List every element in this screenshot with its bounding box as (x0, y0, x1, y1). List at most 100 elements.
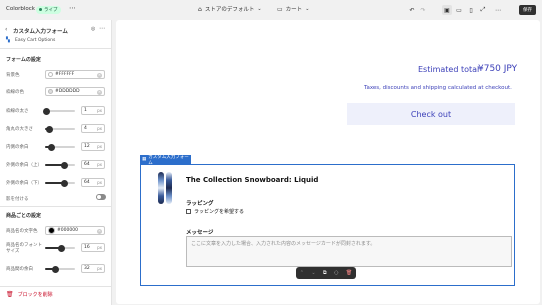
slider-handle[interactable] (58, 244, 65, 252)
unit-label: px (97, 108, 102, 113)
more-actions-icon[interactable]: ⋯ (493, 5, 503, 15)
message-textarea[interactable]: ここに文章を入力した場合、入力された内容のメッセージカードが同封されます。 (186, 236, 512, 267)
color-swatch[interactable] (48, 72, 53, 77)
delete-block-label: ブロックを削除 (17, 292, 53, 298)
app-icon: ▚ (6, 37, 10, 43)
clear-icon[interactable]: ✕ (97, 72, 102, 78)
slider-handle[interactable] (61, 179, 68, 187)
border-color-field[interactable]: #DDDDDD ✕ (45, 87, 105, 96)
number-input[interactable]: 12 px (81, 142, 105, 151)
number-input[interactable]: 64 px (81, 160, 105, 169)
slider-label: 外側の余白（上） (6, 163, 42, 168)
live-badge-label: ライブ (44, 7, 58, 13)
wrapping-checkbox[interactable]: ラッピングを希望する (186, 208, 244, 215)
theme-select-label: ストアのデフォルト (204, 7, 255, 13)
store-name: Colorblock (6, 6, 35, 12)
move-down-icon[interactable]: ⌄ (311, 270, 315, 276)
product-spacing-slider[interactable] (45, 265, 75, 273)
shadow-label: 影を付ける (6, 197, 29, 202)
unit-label: px (97, 144, 102, 149)
page-select[interactable]: ▭ カート ⌄ (277, 5, 310, 14)
field-label: 商品名の文字色 (6, 229, 38, 234)
color-value: #000000 (57, 228, 78, 233)
fullscreen-icon[interactable]: ⤢ (478, 5, 488, 15)
mobile-icon[interactable]: ▯ (466, 5, 476, 15)
theme-select[interactable]: ⌂ ストアのデフォルト ⌄ (198, 5, 262, 14)
redo-icon[interactable]: ↷ (418, 5, 428, 15)
divider (0, 206, 112, 207)
chevron-down-icon: ⌄ (257, 6, 262, 12)
inspector-icon[interactable]: ▣ (442, 5, 452, 15)
background-color-field[interactable]: #FFFFFF ✕ (45, 70, 105, 79)
number-input[interactable]: 4 px (81, 124, 105, 133)
estimated-total-value: ¥750 JPY (478, 64, 518, 74)
live-dot-icon (39, 8, 42, 11)
more-icon[interactable]: ⋯ (69, 4, 76, 12)
number-input[interactable]: 64 px (81, 178, 105, 187)
shadow-toggle[interactable] (96, 194, 106, 200)
message-heading: メッセージ (186, 230, 214, 236)
slider-label: 商品名のフォントサイズ (6, 243, 42, 254)
number-input[interactable]: 16 px (81, 243, 105, 252)
estimated-total-label: Estimated total (418, 65, 480, 74)
font-size-slider[interactable] (45, 244, 75, 252)
undo-icon[interactable]: ↶ (407, 5, 417, 15)
unit-label: px (97, 126, 102, 131)
slider-label: 内側の余白 (6, 145, 29, 150)
store-icon: ⌂ (198, 5, 202, 13)
move-up-icon[interactable]: ⌃ (300, 270, 304, 276)
field-label: 枠線の色 (6, 90, 24, 95)
number-value: 64 (84, 180, 90, 185)
color-value: #FFFFFF (55, 72, 75, 77)
number-input[interactable]: 32 px (81, 264, 105, 273)
border-width-slider[interactable] (43, 107, 75, 115)
hide-icon[interactable]: ◌ (334, 270, 338, 276)
trash-icon: 🗑 (6, 291, 14, 298)
margin-top-slider[interactable] (45, 161, 75, 169)
theme-preview: Estimated total ¥750 JPY Taxes, discount… (116, 20, 540, 304)
wrapping-heading: ラッピング (186, 201, 214, 207)
corner-radius-slider[interactable] (45, 125, 75, 133)
slider-label: 枠線の太さ (6, 109, 29, 114)
color-swatch[interactable] (48, 89, 53, 94)
block-toolbar: ⌃ ⌄ ⧉ ◌ 🗑 (296, 267, 356, 279)
delete-block-button[interactable]: 🗑 ブロックを削除 (6, 291, 53, 298)
margin-bottom-slider[interactable] (45, 179, 75, 187)
clear-icon[interactable]: ✕ (97, 89, 102, 95)
number-value: 12 (84, 144, 90, 149)
more-icon[interactable]: ⋯ (99, 26, 105, 32)
number-input[interactable]: 1 px (81, 106, 105, 115)
block-tag[interactable]: ▦ カスタム入力フォーム (140, 155, 191, 166)
inner-padding-slider[interactable] (45, 143, 75, 151)
product-title: The Collection Snowboard: Liquid (186, 176, 319, 184)
unit-label: px (97, 266, 102, 271)
back-icon[interactable]: ‹ (5, 27, 7, 33)
clear-icon[interactable]: ✕ (97, 228, 102, 234)
settings-sidebar: ‹ カスタム入力フォーム ◎ ⋯ ▚ Easy Cart Options フォー… (0, 20, 112, 305)
desktop-icon[interactable]: ▭ (454, 5, 464, 15)
duplicate-icon[interactable]: ⧉ (323, 270, 327, 276)
slider-handle[interactable] (46, 125, 53, 133)
field-label: 背景色 (6, 73, 20, 78)
chevron-down-icon: ⌄ (305, 6, 310, 12)
cart-icon: ▭ (277, 5, 283, 13)
page-select-label: カート (285, 7, 303, 13)
database-icon[interactable]: ◎ (91, 27, 95, 32)
checkout-button[interactable]: Check out (347, 103, 515, 125)
color-swatch[interactable] (48, 227, 55, 234)
slider-handle[interactable] (47, 143, 55, 151)
number-value: 1 (84, 108, 87, 113)
slider-handle[interactable] (43, 107, 50, 115)
product-name-color-field[interactable]: #000000 ✕ (45, 226, 105, 235)
number-value: 16 (84, 245, 90, 250)
number-value: 64 (84, 162, 90, 167)
unit-label: px (97, 162, 102, 167)
slider-handle[interactable] (52, 265, 59, 273)
checkbox-box[interactable] (186, 209, 191, 214)
taxes-note: Taxes, discounts and shipping calculated… (364, 85, 512, 91)
app-name: Easy Cart Options (15, 38, 56, 43)
delete-icon[interactable]: 🗑 (346, 270, 352, 276)
slider-handle[interactable] (61, 161, 68, 169)
save-button[interactable]: 保存 (519, 5, 536, 15)
block-icon: ▦ (142, 157, 147, 162)
